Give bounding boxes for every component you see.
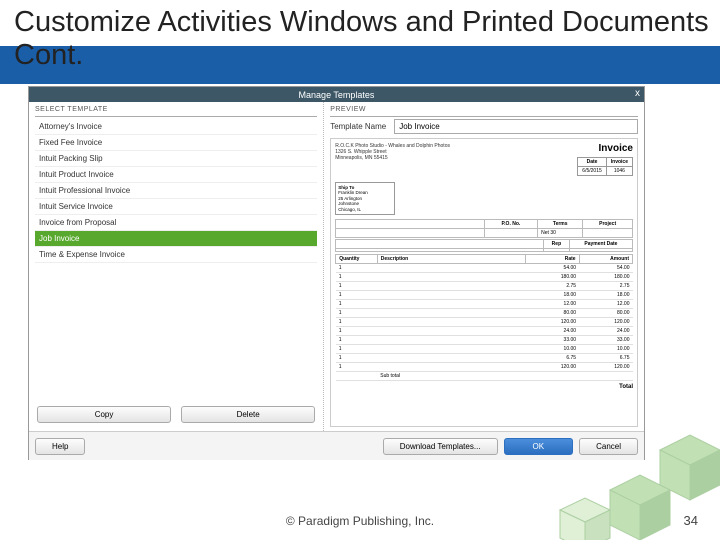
ship-to-box: Ship To Franklin Drean 25 Arlington John… xyxy=(335,182,395,215)
table-row: 154.0054.00 xyxy=(336,263,633,272)
extra-h: Rep xyxy=(543,239,569,248)
template-item[interactable]: Fixed Fee Invoice xyxy=(35,135,317,151)
company-line: Minneapolis, MN 55415 xyxy=(335,155,577,161)
list-actions: Copy Delete xyxy=(35,402,317,427)
table-row: 16.756.75 xyxy=(336,353,633,362)
template-item[interactable]: Intuit Product Invoice xyxy=(35,167,317,183)
sub-v xyxy=(484,228,538,237)
li-h: Amount xyxy=(579,254,632,263)
template-item[interactable]: Intuit Professional Invoice xyxy=(35,183,317,199)
meta-h: Date xyxy=(578,158,606,167)
main-area: SELECT TEMPLATE Attorney's InvoiceFixed … xyxy=(29,102,644,432)
preview-label: PREVIEW xyxy=(330,106,638,113)
page-number: 34 xyxy=(684,513,698,528)
template-item[interactable]: Job Invoice xyxy=(35,231,317,247)
ship-line: Chicago, IL xyxy=(338,207,392,212)
ok-button[interactable]: OK xyxy=(504,438,574,455)
divider xyxy=(35,116,317,117)
left-pane: SELECT TEMPLATE Attorney's InvoiceFixed … xyxy=(29,102,324,431)
table-row: 118.0018.00 xyxy=(336,290,633,299)
window-titlebar: Manage Templates x xyxy=(29,87,644,102)
table-row: Sub total xyxy=(336,371,633,380)
template-name-row: Template Name xyxy=(330,119,638,134)
sub-v xyxy=(583,228,633,237)
li-h: Quantity xyxy=(336,254,378,263)
sub-h: P.O. No. xyxy=(484,219,538,228)
total-row: Total xyxy=(335,381,633,390)
li-h: Description xyxy=(377,254,525,263)
template-item[interactable]: Intuit Service Invoice xyxy=(35,199,317,215)
company-block: R.O.C.K Photo Studio - Whales and Dolphi… xyxy=(335,143,577,176)
select-template-label: SELECT TEMPLATE xyxy=(35,106,317,113)
table-row: 124.0024.00 xyxy=(336,326,633,335)
line-items-table: Quantity Description Rate Amount 154.005… xyxy=(335,254,633,381)
template-name-input[interactable] xyxy=(394,119,638,134)
table-row: 1180.00180.00 xyxy=(336,272,633,281)
sub-v: Net 30 xyxy=(538,228,583,237)
table-row: 1120.00120.00 xyxy=(336,317,633,326)
table-row: 110.0010.00 xyxy=(336,344,633,353)
cancel-button[interactable]: Cancel xyxy=(579,438,638,455)
template-item[interactable]: Time & Expense Invoice xyxy=(35,247,317,263)
extra-h: Payment Date xyxy=(569,239,632,248)
meta-h: Invoice xyxy=(606,158,632,167)
help-button[interactable]: Help xyxy=(35,438,85,455)
divider xyxy=(330,116,638,117)
invoice-header: R.O.C.K Photo Studio - Whales and Dolphi… xyxy=(335,143,633,176)
template-list: Attorney's InvoiceFixed Fee InvoiceIntui… xyxy=(35,119,317,402)
template-item[interactable]: Intuit Packing Slip xyxy=(35,151,317,167)
bottom-bar: Help Download Templates... OK Cancel xyxy=(29,432,644,460)
sub-h: Terms xyxy=(538,219,583,228)
template-item[interactable]: Invoice from Proposal xyxy=(35,215,317,231)
template-item[interactable]: Attorney's Invoice xyxy=(35,119,317,135)
sub-info-table: P.O. No. Terms Project Net 30 xyxy=(335,219,633,238)
copy-button[interactable]: Copy xyxy=(37,406,171,423)
footer-copyright: © Paradigm Publishing, Inc. xyxy=(0,514,720,528)
window-title: Manage Templates xyxy=(299,90,375,100)
meta-v: 1046 xyxy=(606,167,632,176)
invoice-title-block: Invoice DateInvoice 6/5/20151046 xyxy=(577,143,633,176)
download-templates-button[interactable]: Download Templates... xyxy=(383,438,498,455)
delete-button[interactable]: Delete xyxy=(181,406,315,423)
table-row: 112.0012.00 xyxy=(336,299,633,308)
manage-templates-window: Manage Templates x SELECT TEMPLATE Attor… xyxy=(28,86,645,460)
invoice-meta-table: DateInvoice 6/5/20151046 xyxy=(577,157,633,176)
right-pane: PREVIEW Template Name R.O.C.K Photo Stud… xyxy=(324,102,644,431)
table-row: 180.0080.00 xyxy=(336,308,633,317)
sub-h: Project xyxy=(583,219,633,228)
table-row: 1120.00120.00 xyxy=(336,362,633,371)
li-h: Rate xyxy=(526,254,579,263)
invoice-preview: R.O.C.K Photo Studio - Whales and Dolphi… xyxy=(330,138,638,427)
meta-v: 6/5/2015 xyxy=(578,167,606,176)
extra-info-table: Rep Payment Date xyxy=(335,239,633,252)
table-row: 12.752.75 xyxy=(336,281,633,290)
close-icon[interactable]: x xyxy=(635,88,640,99)
template-name-label: Template Name xyxy=(330,122,386,131)
slide-title: Customize Activities Windows and Printed… xyxy=(14,6,720,73)
invoice-title: Invoice xyxy=(577,143,633,154)
table-row: 133.0033.00 xyxy=(336,335,633,344)
